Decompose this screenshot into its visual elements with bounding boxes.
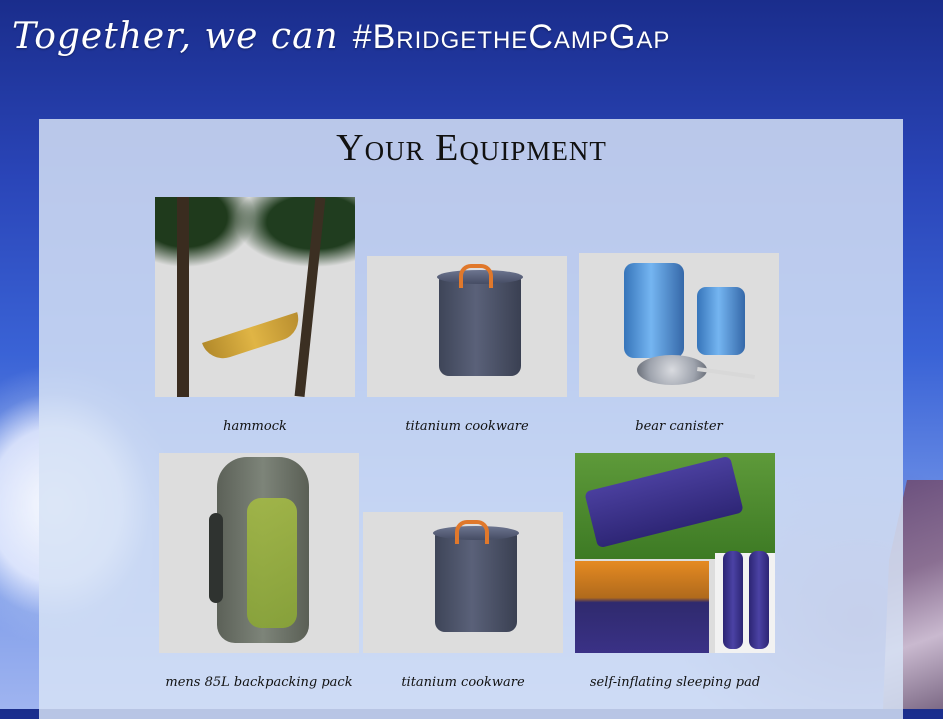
item-caption: hammock <box>223 419 287 434</box>
item-caption: bear canister <box>635 419 723 434</box>
item-caption: mens 85L backpacking pack <box>165 675 353 690</box>
equipment-item-sleeping-pad[interactable]: self-inflating sleeping pad <box>575 453 775 690</box>
equipment-item-hammock[interactable]: hammock <box>155 197 355 434</box>
hammock-photo[interactable] <box>155 197 355 397</box>
bear-canister-photo[interactable] <box>579 253 779 397</box>
cookware-photo[interactable] <box>363 512 563 653</box>
sleeping-pad-photo[interactable] <box>575 453 775 653</box>
backpack-photo[interactable] <box>159 453 359 653</box>
header-hashtag: #BridgetheCampGap <box>352 18 671 56</box>
equipment-item-cookware-2[interactable]: titanium cookware <box>363 512 563 690</box>
panel-title: Your Equipment <box>336 127 607 169</box>
item-caption: titanium cookware <box>401 675 525 690</box>
equipment-item-bear-canister[interactable]: bear canister <box>579 253 779 434</box>
item-caption: self-inflating sleeping pad <box>589 675 761 690</box>
cookware-photo[interactable] <box>367 256 567 397</box>
header-tagline: Together, we can <box>12 16 339 57</box>
item-caption: titanium cookware <box>405 419 529 434</box>
equipment-item-cookware[interactable]: titanium cookware <box>367 256 567 434</box>
equipment-item-backpack[interactable]: mens 85L backpacking pack <box>159 453 359 690</box>
page-header: Together, we can #BridgetheCampGap <box>12 16 670 57</box>
